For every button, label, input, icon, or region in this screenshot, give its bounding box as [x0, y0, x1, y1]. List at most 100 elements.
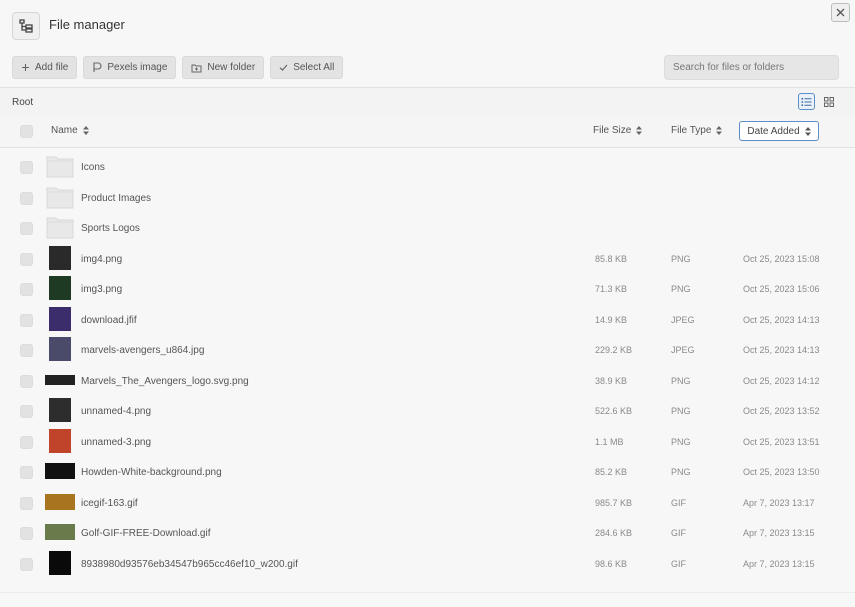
file-type: PNG [671, 375, 691, 386]
row-checkbox[interactable] [20, 252, 33, 266]
list-bottom-edge [0, 592, 855, 607]
file-row[interactable]: img3.png 71.3 KB PNG Oct 25, 2023 15:06 [0, 274, 855, 304]
file-date: Oct 25, 2023 15:06 [743, 284, 820, 294]
column-name-header[interactable]: Name [51, 125, 89, 136]
row-checkbox[interactable] [20, 466, 33, 479]
file-thumbnail [45, 550, 75, 575]
file-date: Oct 25, 2023 14:13 [743, 314, 820, 325]
file-date: Oct 25, 2023 13:52 [743, 406, 820, 416]
file-type: GIF [671, 558, 686, 569]
header: File manager [0, 0, 855, 50]
file-thumbnail [45, 245, 75, 270]
file-size: 71.3 KB [595, 284, 628, 294]
sort-icon [636, 126, 643, 135]
file-name: Marvels_The_Avengers_logo.svg.png [81, 375, 249, 387]
pexels-icon [93, 62, 102, 72]
file-size: 985.7 KB [595, 497, 633, 508]
folder-row[interactable]: Icons [0, 152, 855, 182]
file-row[interactable]: icegif-163.gif 985.7 KB GIF Apr 7, 2023 13:… [0, 488, 855, 518]
column-size-header[interactable]: File Size [593, 125, 643, 136]
file-name: 8938980d93576eb34547b965cc46ef10_w200.gi… [81, 558, 298, 570]
file-type: PNG [671, 253, 691, 264]
column-type-label: File Type [671, 125, 712, 136]
file-row[interactable]: download.jfif 14.9 KB JPEG Oct 25, 2023 14:… [0, 305, 855, 335]
pexels-image-button[interactable]: Pexels image [83, 56, 177, 79]
file-thumbnail [45, 428, 75, 453]
new-folder-button[interactable]: New folder [182, 56, 265, 79]
file-type: GIF [671, 497, 686, 508]
row-checkbox[interactable] [20, 527, 33, 540]
thumbnail-image [45, 463, 75, 479]
folder-row[interactable]: Product Images [0, 183, 855, 213]
file-size: 14.9 KB [595, 314, 628, 325]
file-name: marvels-avengers_u864.jpg [81, 345, 205, 356]
grid-view-button[interactable] [820, 93, 837, 110]
row-checkbox[interactable] [20, 344, 33, 357]
file-size: 85.8 KB [595, 253, 628, 264]
thumbnail-image [45, 524, 75, 540]
toolbar: Add file Pexels image New folder Select … [12, 56, 344, 79]
file-row[interactable]: Marvels_The_Avengers_logo.svg.png 38.9 KB… [0, 366, 855, 396]
breadcrumb[interactable]: Root [12, 97, 33, 108]
file-thumbnail [45, 398, 75, 422]
row-checkbox[interactable] [20, 496, 33, 510]
row-checkbox[interactable] [20, 557, 33, 571]
file-row[interactable]: 8938980d93576eb34547b965cc46ef10_w200.gi… [0, 549, 855, 579]
thumbnail-image [49, 276, 71, 300]
column-date-label: Date Added [747, 125, 800, 137]
row-checkbox[interactable] [20, 191, 33, 205]
row-checkbox[interactable] [20, 374, 33, 388]
row-checkbox[interactable] [20, 283, 33, 296]
add-file-label: Add file [35, 62, 69, 73]
file-row[interactable]: unnamed-3.png 1.1 MB PNG Oct 25, 2023 13:51 [0, 427, 855, 457]
thumbnail-image [49, 245, 71, 270]
file-date: Oct 25, 2023 13:51 [743, 436, 820, 447]
file-date: Oct 25, 2023 14:12 [743, 375, 820, 386]
file-size: 1.1 MB [595, 436, 624, 447]
file-thumbnail [45, 490, 75, 514]
select-all-button[interactable]: Select All [270, 56, 344, 79]
file-size: 229.2 KB [595, 345, 633, 355]
row-checkbox[interactable] [20, 435, 33, 449]
file-thumbnail [45, 368, 75, 392]
add-file-button[interactable]: Add file [12, 56, 78, 79]
file-name: download.jfif [81, 314, 137, 326]
row-checkbox[interactable] [20, 161, 33, 174]
file-type: PNG [671, 406, 691, 416]
file-name: unnamed-3.png [81, 436, 152, 448]
file-row[interactable]: Golf-GIF-FREE-Download.gif 284.6 KB GIF Apr… [0, 518, 855, 548]
file-manager-window: File manager Add file Pexels image New f… [0, 0, 855, 607]
thumbnail-image [45, 374, 75, 385]
folder-plus-icon [191, 64, 202, 72]
file-row[interactable]: img4.png 85.8 KB PNG Oct 25, 2023 15:08 [0, 244, 855, 274]
file-type: GIF [671, 528, 686, 538]
file-row[interactable]: marvels-avengers_u864.jpg 229.2 KB JPEG Oct… [0, 335, 855, 365]
column-date-header[interactable]: Date Added [739, 121, 819, 141]
thumbnail-image [45, 493, 75, 510]
folder-tree-icon [12, 12, 40, 40]
page-title: File manager [49, 17, 125, 32]
search-input[interactable] [664, 55, 839, 80]
column-type-header[interactable]: File Type [671, 125, 723, 136]
thumbnail-image [49, 337, 71, 361]
list-view-button[interactable] [798, 93, 815, 110]
folder-icon [45, 185, 75, 209]
file-name: Golf-GIF-FREE-Download.gif [81, 528, 211, 539]
file-thumbnail [45, 276, 75, 300]
row-checkbox[interactable] [20, 313, 33, 327]
select-all-checkbox[interactable] [20, 125, 33, 138]
file-row[interactable]: Howden-White-background.png 85.2 KB PNG Oct… [0, 457, 855, 487]
file-name: icegif-163.gif [81, 497, 138, 509]
list-icon [801, 97, 812, 106]
row-checkbox[interactable] [20, 222, 33, 235]
row-checkbox[interactable] [20, 405, 33, 418]
file-row[interactable]: unnamed-4.png 522.6 KB PNG Oct 25, 2023 13:… [0, 396, 855, 426]
sort-icon [804, 126, 811, 136]
file-name: unnamed-4.png [81, 406, 152, 417]
file-name: img4.png [81, 253, 123, 265]
file-size: 85.2 KB [595, 467, 628, 477]
folder-row[interactable]: Sports Logos [0, 213, 855, 243]
column-name-label: Name [51, 125, 78, 136]
close-button[interactable] [831, 3, 850, 22]
file-type: JPEG [671, 345, 695, 355]
